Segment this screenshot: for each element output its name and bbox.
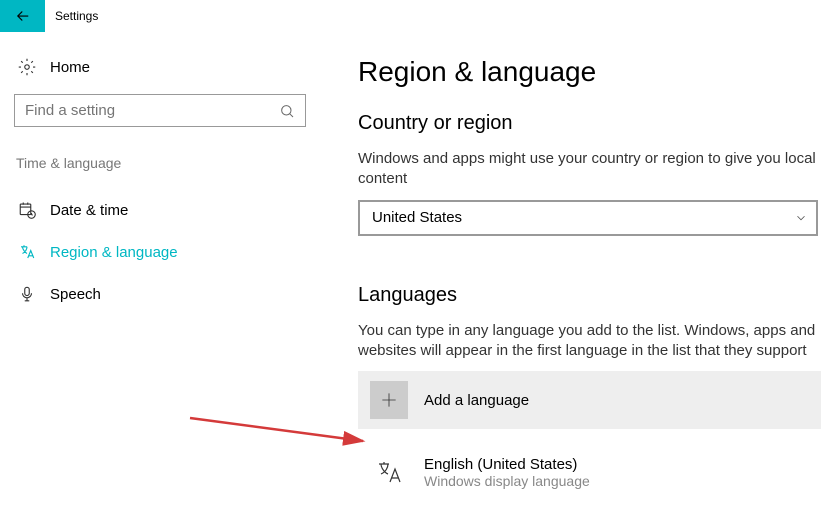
- chevron-down-icon: [794, 211, 808, 225]
- back-button[interactable]: [0, 0, 45, 32]
- window-title: Settings: [45, 9, 98, 23]
- plus-icon: [370, 381, 408, 419]
- language-subtitle: Windows display language: [424, 473, 590, 489]
- search-box[interactable]: [14, 94, 306, 127]
- add-language-label: Add a language: [424, 392, 529, 409]
- sidebar-item-label: Date & time: [50, 202, 128, 219]
- gear-icon: [18, 58, 36, 76]
- sidebar: Home Time & language Date & time Region …: [0, 32, 320, 523]
- country-dropdown[interactable]: United States: [358, 200, 818, 236]
- page-title: Region & language: [358, 56, 821, 88]
- main-content: Region & language Country or region Wind…: [320, 32, 837, 523]
- languages-desc: You can type in any language you add to …: [358, 321, 821, 362]
- search-input[interactable]: [25, 102, 279, 119]
- calendar-clock-icon: [18, 201, 36, 219]
- language-name: English (United States): [424, 456, 590, 473]
- sidebar-item-label: Region & language: [50, 244, 178, 261]
- microphone-icon: [18, 285, 36, 303]
- back-arrow-icon: [14, 7, 32, 25]
- sidebar-item-label: Speech: [50, 286, 101, 303]
- country-desc: Windows and apps might use your country …: [358, 149, 821, 190]
- sidebar-item-region-language[interactable]: Region & language: [14, 231, 306, 273]
- country-selected: United States: [372, 209, 462, 226]
- language-item[interactable]: English (United States) Windows display …: [358, 447, 821, 497]
- section-label: Time & language: [14, 155, 306, 171]
- sidebar-item-date-time[interactable]: Date & time: [14, 189, 306, 231]
- add-language-button[interactable]: Add a language: [358, 371, 821, 429]
- languages-heading: Languages: [358, 284, 821, 307]
- country-heading: Country or region: [358, 112, 821, 135]
- home-link[interactable]: Home: [14, 50, 306, 94]
- sidebar-item-speech[interactable]: Speech: [14, 273, 306, 315]
- titlebar: Settings: [0, 0, 837, 32]
- language-icon: [18, 243, 36, 261]
- search-icon: [279, 103, 295, 119]
- language-glyph-icon: [370, 453, 408, 491]
- home-label: Home: [50, 59, 90, 76]
